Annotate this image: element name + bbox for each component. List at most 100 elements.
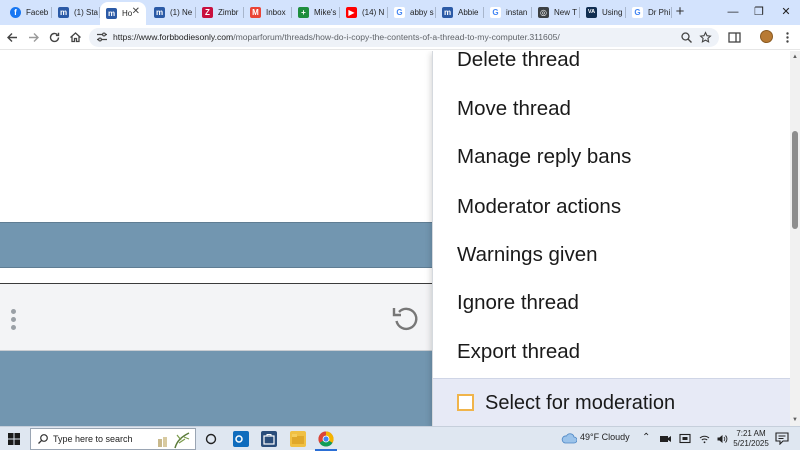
chrome-newtab-icon: ◎: [538, 7, 549, 18]
tab-label: (14) N: [362, 8, 385, 17]
menu-item-manage-reply-bans[interactable]: Manage reply bans: [457, 145, 631, 169]
zimbra-icon: Z: [202, 7, 213, 18]
tab-label: Zimbr: [218, 8, 239, 17]
display-icon[interactable]: [679, 433, 691, 445]
cloud-icon[interactable]: [561, 433, 577, 444]
select-for-moderation-row[interactable]: Select for moderation: [433, 378, 790, 426]
close-window-button[interactable]: ✕: [775, 3, 797, 21]
tab-label: instan: [506, 8, 528, 17]
volume-icon[interactable]: [716, 433, 728, 445]
tab-active[interactable]: m Ho ✕: [100, 2, 146, 25]
thread-tools-menu: Delete thread Move thread Manage reply b…: [432, 51, 790, 426]
google-icon: G: [490, 7, 501, 18]
menu-item-move-thread[interactable]: Move thread: [457, 97, 571, 121]
tab-strip: f Faceb m (1) Sta m Ho ✕ m (1) Ne Z Zimbr M Inbox + Mi…: [0, 0, 800, 25]
browser-tab[interactable]: ◎ New T: [532, 2, 580, 23]
meet-now-icon[interactable]: [659, 434, 672, 444]
undo-icon[interactable]: [390, 302, 422, 334]
tab-label: Faceb: [26, 8, 49, 17]
menu-item-ignore-thread[interactable]: Ignore thread: [457, 291, 579, 315]
forum-logo-icon: m: [154, 7, 165, 18]
moderation-checkbox[interactable]: [457, 394, 474, 411]
scroll-down-icon[interactable]: ▼: [791, 416, 799, 424]
drag-handle-icon[interactable]: [11, 309, 17, 333]
minimize-button[interactable]: —: [722, 3, 744, 21]
weather-text[interactable]: 49°F Cloudy: [580, 432, 630, 442]
search-highlight-illustration: [158, 432, 190, 449]
browser-tab[interactable]: Z Zimbr: [196, 2, 244, 23]
browser-tab[interactable]: m Abbie: [436, 2, 484, 23]
tab-label: abby s: [410, 8, 434, 17]
google-icon: G: [394, 7, 405, 18]
tab-label: Dr Phi: [648, 8, 671, 17]
browser-tab[interactable]: Gabby s: [388, 2, 436, 23]
facebook-icon: f: [10, 7, 21, 18]
scroll-up-icon[interactable]: ▲: [791, 53, 799, 61]
youtube-icon: ▶: [346, 7, 357, 18]
outlook-icon[interactable]: [233, 431, 249, 447]
back-icon[interactable]: [4, 29, 21, 46]
browser-tab[interactable]: + Mike's: [292, 2, 340, 23]
address-bar[interactable]: https://www.forbbodiesonly.com/moparforu…: [89, 28, 719, 47]
system-clock[interactable]: 7:21 AM 5/21/2025: [733, 429, 769, 449]
reload-icon[interactable]: [46, 29, 63, 46]
windows-taskbar: Type here to search 49°F Cloudy ⌃ 7:21 A…: [0, 426, 800, 451]
search-placeholder: Type here to search: [53, 434, 133, 444]
windows-start-icon[interactable]: [8, 433, 20, 445]
site-settings-icon[interactable]: [96, 31, 108, 43]
wifi-icon[interactable]: [699, 434, 710, 444]
store-icon[interactable]: [261, 431, 277, 447]
tab-label: (1) Sta: [74, 8, 99, 17]
forum-logo-icon: m: [58, 7, 69, 18]
tab-label: Inbox: [266, 8, 286, 17]
bookmark-star-icon[interactable]: [699, 31, 712, 44]
url-text: https://www.forbbodiesonly.com/moparforu…: [113, 32, 560, 42]
select-for-moderation-label: Select for moderation: [485, 392, 676, 414]
forum-logo-icon: m: [106, 8, 117, 19]
browser-tab[interactable]: G Dr Phi: [626, 2, 672, 23]
gmail-icon: M: [250, 7, 261, 18]
task-view-icon[interactable]: [203, 431, 219, 447]
kebab-menu-icon[interactable]: [779, 29, 796, 46]
chevron-up-icon[interactable]: ⌃: [642, 432, 650, 443]
tab-label: Using: [602, 8, 623, 17]
scrollbar-thumb[interactable]: [792, 131, 798, 229]
sheets-icon: +: [298, 7, 309, 18]
home-icon[interactable]: [67, 29, 84, 46]
clock-date: 5/21/2025: [733, 439, 769, 448]
forward-icon[interactable]: [25, 29, 42, 46]
zoom-icon[interactable]: [680, 31, 693, 44]
browser-tab[interactable]: Ginstan: [484, 2, 532, 23]
chrome-icon[interactable]: [315, 431, 337, 451]
browser-tab[interactable]: f Faceb: [4, 2, 52, 23]
tab-label: (1) Ne: [170, 8, 193, 17]
close-tab-icon[interactable]: ✕: [132, 6, 140, 17]
side-panel-icon[interactable]: [726, 29, 743, 46]
search-icon: [38, 434, 48, 444]
google-icon: G: [632, 7, 643, 18]
va-icon: VA: [586, 7, 597, 18]
profile-avatar[interactable]: [760, 30, 773, 43]
restore-button[interactable]: ❐: [748, 3, 770, 21]
browser-toolbar: https://www.forbbodiesonly.com/moparforu…: [0, 25, 800, 50]
browser-tab[interactable]: ▶ (14) N: [340, 2, 388, 23]
browser-tab[interactable]: VA Using: [580, 2, 626, 23]
menu-item-delete-thread[interactable]: Delete thread: [457, 51, 580, 72]
menu-item-moderator-actions[interactable]: Moderator actions: [457, 195, 621, 219]
tab-label: New T: [554, 8, 577, 17]
tab-label: Mike's: [314, 8, 337, 17]
page-content: Delete thread Move thread Manage reply b…: [0, 51, 790, 426]
page-scrollbar[interactable]: ▲ ▼: [790, 51, 800, 426]
tab-label: Abbie: [458, 8, 479, 17]
browser-tab[interactable]: m (1) Sta: [52, 2, 100, 23]
file-explorer-icon[interactable]: [290, 431, 306, 447]
browser-tab[interactable]: M Inbox: [244, 2, 292, 23]
taskbar-search[interactable]: Type here to search: [30, 428, 196, 450]
notification-icon[interactable]: [775, 432, 789, 445]
clock-time: 7:21 AM: [736, 429, 766, 438]
menu-item-warnings-given[interactable]: Warnings given: [457, 243, 598, 267]
forum-logo-icon: m: [442, 7, 453, 18]
browser-tab[interactable]: m (1) Ne: [148, 2, 196, 23]
menu-item-export-thread[interactable]: Export thread: [457, 340, 580, 364]
new-tab-button[interactable]: +: [672, 3, 688, 21]
